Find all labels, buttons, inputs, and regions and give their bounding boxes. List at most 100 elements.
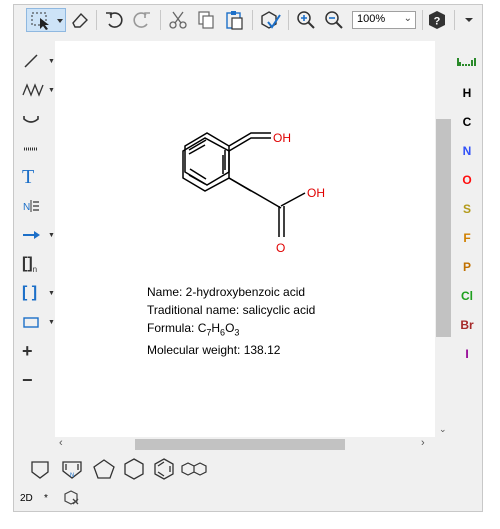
paste-button[interactable] bbox=[222, 8, 246, 32]
atom-button-f[interactable]: F bbox=[455, 227, 479, 249]
dropdown-arrow-icon: ▼ bbox=[48, 289, 55, 297]
arrow-right-icon bbox=[23, 231, 40, 239]
atom-button-p[interactable]: P bbox=[455, 256, 479, 278]
zoom-in-button[interactable] bbox=[294, 8, 318, 32]
copy-button[interactable] bbox=[194, 8, 218, 32]
atom-symbol: P bbox=[462, 260, 471, 274]
bracket-subscript: n bbox=[32, 264, 38, 274]
chain-tool-button[interactable]: ▼ bbox=[18, 78, 55, 102]
formula-prefix: Formula: bbox=[147, 321, 198, 335]
horizontal-scrollbar[interactable]: ‹ › bbox=[55, 437, 435, 451]
zoom-out-button[interactable] bbox=[322, 8, 346, 32]
atom-symbol: F bbox=[463, 231, 471, 245]
atom-button-br[interactable]: Br bbox=[455, 314, 479, 336]
zoom-out-icon bbox=[325, 11, 343, 29]
hatched-bond-button[interactable] bbox=[18, 136, 50, 160]
dropdown-arrow-icon: ▼ bbox=[48, 86, 55, 94]
single-bond-icon bbox=[24, 54, 38, 68]
drawing-canvas[interactable]: OH OH O Name: 2-hydroxybenzoic acid Trad… bbox=[55, 41, 435, 437]
benzene-icon bbox=[154, 458, 174, 480]
atom-symbol: S bbox=[462, 202, 471, 216]
template-pyrrole-button[interactable]: N bbox=[58, 457, 86, 481]
atom-symbol: Cl bbox=[461, 289, 473, 303]
scroll-left-icon[interactable]: ‹ bbox=[59, 437, 63, 449]
polymer-bracket-button[interactable]: [] n bbox=[18, 252, 50, 276]
cut-button[interactable] bbox=[166, 8, 190, 32]
template-pentagon-open-button[interactable] bbox=[26, 457, 54, 481]
toolbar-overflow-button[interactable] bbox=[460, 8, 478, 32]
copy-icon bbox=[198, 11, 214, 29]
scroll-right-icon[interactable]: › bbox=[421, 437, 425, 449]
selection-tool-button[interactable] bbox=[26, 8, 66, 32]
atom-symbol: I bbox=[465, 347, 469, 361]
bond-tool-button[interactable]: ▼ bbox=[18, 49, 55, 73]
dropdown-arrow-icon: ▼ bbox=[48, 231, 55, 239]
text-tool-label: T bbox=[22, 165, 35, 188]
clipboard-icon bbox=[226, 11, 243, 30]
toolbar-divider bbox=[160, 10, 161, 30]
rectangle-select-icon bbox=[31, 12, 63, 30]
structure-check-icon bbox=[261, 11, 281, 29]
vertical-scrollbar[interactable]: ⌄ bbox=[435, 41, 452, 437]
template-toolbar: N bbox=[14, 451, 482, 485]
dropdown-arrow-icon: ▼ bbox=[48, 57, 55, 65]
sgroup-bracket-button[interactable]: [ ] ▼ bbox=[18, 281, 55, 305]
structure-status-button[interactable] bbox=[64, 490, 80, 509]
chevron-down-icon: ⌄ bbox=[403, 13, 412, 24]
template-cyclohexane-button[interactable] bbox=[120, 457, 148, 481]
curved-bracket-icon bbox=[23, 116, 39, 123]
template-cyclopentane-button[interactable] bbox=[90, 457, 118, 481]
atom-button-cl[interactable]: Cl bbox=[455, 285, 479, 307]
atom-button-c[interactable]: C bbox=[455, 111, 479, 133]
atom-symbol: O bbox=[462, 173, 472, 187]
formula-o-count: 3 bbox=[234, 327, 240, 338]
svg-text:N: N bbox=[23, 202, 30, 213]
atom-button-o[interactable]: O bbox=[455, 169, 479, 191]
zoom-level-select[interactable]: 100% ⌄ bbox=[352, 11, 416, 29]
hexagon-icon bbox=[124, 458, 144, 480]
decrease-charge-button[interactable]: − bbox=[18, 368, 50, 392]
vertical-scroll-thumb[interactable] bbox=[436, 119, 451, 337]
periodic-table-button[interactable] bbox=[455, 53, 479, 75]
template-benzene-button[interactable] bbox=[150, 457, 178, 481]
undo-button[interactable] bbox=[102, 8, 126, 32]
plus-tool-label: + bbox=[22, 340, 33, 361]
periodic-table-icon bbox=[457, 58, 476, 66]
cyclopentane-template-icon bbox=[31, 461, 49, 479]
undo-icon bbox=[106, 12, 123, 28]
molecule-name: Name: 2-hydroxybenzoic acid bbox=[147, 285, 306, 299]
scroll-down-icon[interactable]: ⌄ bbox=[439, 424, 447, 435]
atom-button-h[interactable]: H bbox=[455, 82, 479, 104]
zoom-level-value: 100% bbox=[357, 13, 386, 25]
molecule-bond-fix bbox=[228, 177, 282, 209]
template-naphthalene-button[interactable] bbox=[180, 457, 208, 481]
arrow-tool-button[interactable]: ▼ bbox=[18, 223, 55, 247]
status-bar: 2D * bbox=[14, 487, 482, 511]
bracket-shape-button[interactable] bbox=[18, 107, 50, 131]
rectangle-icon bbox=[23, 317, 39, 328]
dimension-mode-label[interactable]: 2D bbox=[20, 493, 33, 504]
pyrrole-template-icon: N bbox=[62, 461, 82, 479]
reaction-arrow-numbering-button[interactable]: N bbox=[18, 194, 50, 218]
molecule-properties: Name: 2-hydroxybenzoic acid Traditional … bbox=[147, 283, 315, 359]
atom-button-n[interactable]: N bbox=[455, 140, 479, 162]
atom-symbol: C bbox=[462, 115, 472, 129]
bracket-tool-label: [] bbox=[22, 255, 33, 272]
atom-list-icon: N bbox=[23, 200, 39, 213]
erase-button[interactable] bbox=[68, 8, 92, 32]
text-tool-button[interactable]: T bbox=[18, 165, 50, 189]
increase-charge-button[interactable]: + bbox=[18, 339, 50, 363]
horizontal-scroll-thumb[interactable] bbox=[135, 439, 345, 450]
atom-button-i[interactable]: I bbox=[455, 343, 479, 365]
rectangle-shape-button[interactable]: ▼ bbox=[18, 310, 55, 334]
sgroup-tool-label: [ ] bbox=[22, 284, 38, 301]
check-structure-button[interactable] bbox=[258, 8, 282, 32]
atom-symbol: N bbox=[462, 144, 472, 158]
eraser-icon bbox=[72, 12, 88, 28]
toolbar-divider bbox=[288, 10, 289, 30]
help-button[interactable]: ? bbox=[425, 8, 449, 32]
redo-icon bbox=[133, 12, 150, 28]
redo-button[interactable] bbox=[130, 8, 154, 32]
modified-indicator: * bbox=[44, 493, 48, 504]
atom-button-s[interactable]: S bbox=[455, 198, 479, 220]
